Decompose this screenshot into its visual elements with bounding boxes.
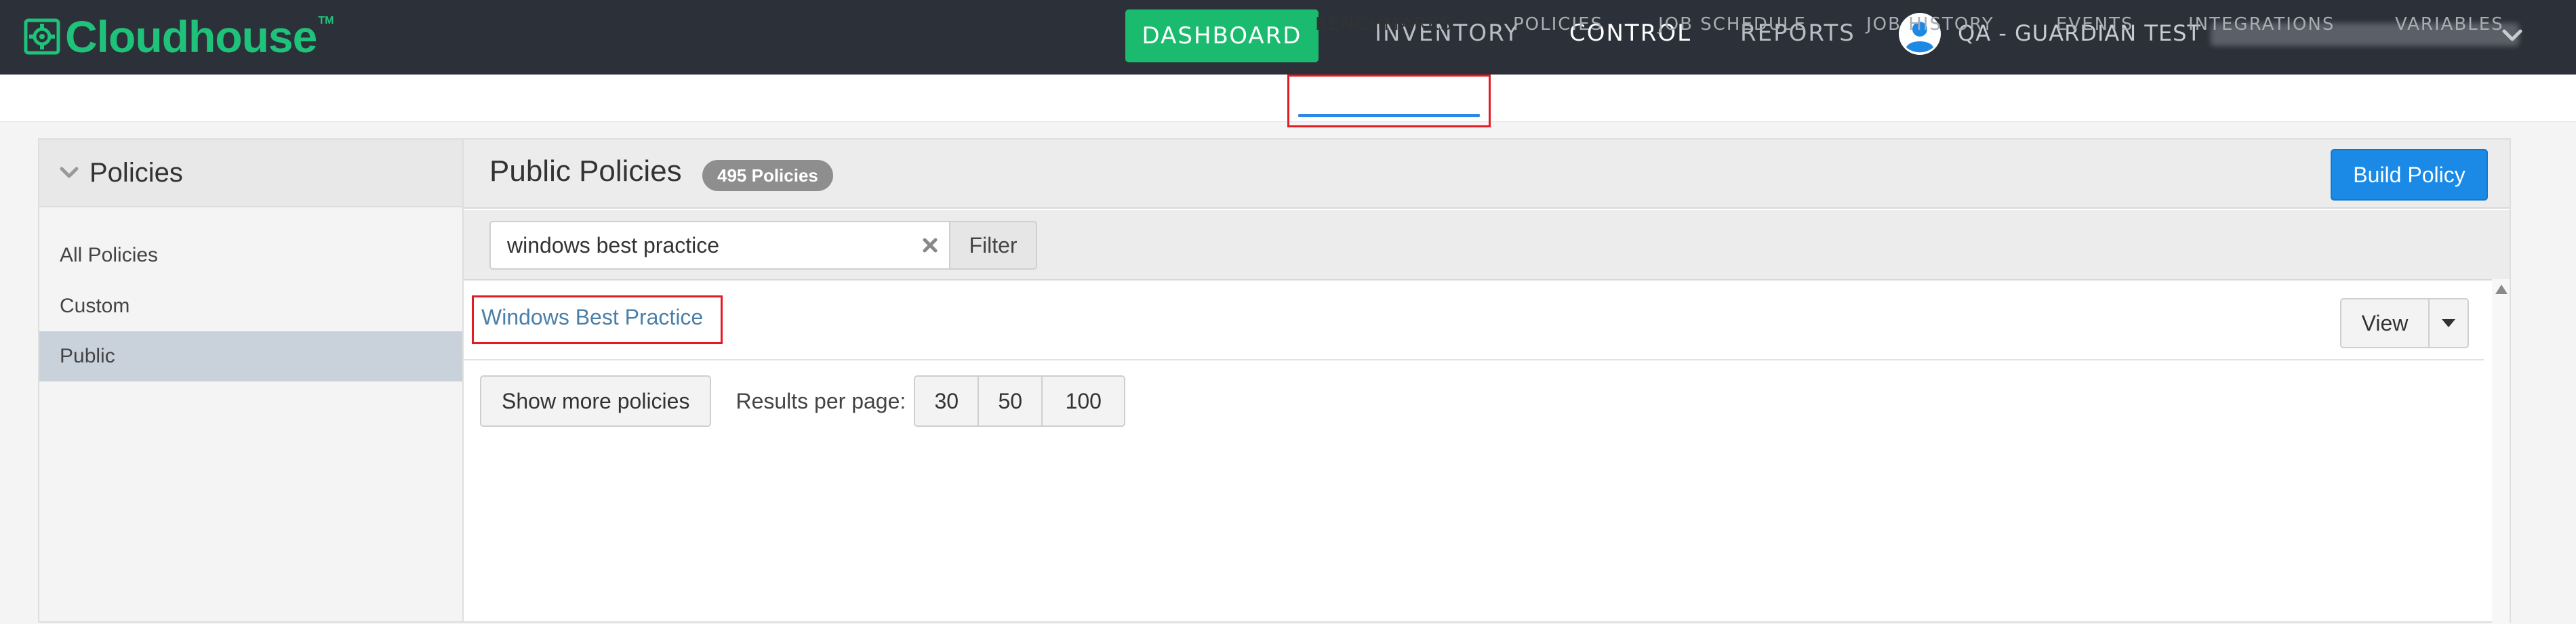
logo-trademark: TM xyxy=(318,15,334,26)
scrollbar[interactable] xyxy=(2492,279,2510,624)
page-size-30-button[interactable]: 30 xyxy=(914,375,980,427)
search-input[interactable] xyxy=(507,222,900,268)
policy-count-badge: 495 Policies xyxy=(702,160,833,191)
panel-header: Public Policies 495 Policies Build Polic… xyxy=(464,140,2510,209)
scroll-up-arrow-icon[interactable] xyxy=(2495,283,2508,295)
gear-logo-icon xyxy=(24,18,60,55)
page-size-50-button[interactable]: 50 xyxy=(978,375,1043,427)
view-dropdown-toggle[interactable] xyxy=(2430,298,2469,348)
build-policy-button[interactable]: Build Policy xyxy=(2331,149,2488,201)
sidebar-item-all-policies[interactable]: All Policies xyxy=(39,230,462,280)
active-tab-underline xyxy=(1298,114,1480,117)
policy-link-windows-best-practice[interactable]: Windows Best Practice xyxy=(481,305,703,330)
list-item: Windows Best Practice View xyxy=(464,282,2484,360)
page-size-group: 30 50 100 xyxy=(914,375,1126,427)
tab-job-history[interactable]: JOB HISTORY xyxy=(1866,12,1994,37)
page-title: Public Policies xyxy=(489,154,682,188)
page-size-100-button[interactable]: 100 xyxy=(1041,375,1126,427)
filter-bar: Filter xyxy=(464,210,2510,280)
sidebar-title: Policies xyxy=(89,157,183,188)
clear-search-icon[interactable] xyxy=(921,236,940,255)
public-policies-panel: Public Policies 495 Policies Build Polic… xyxy=(464,138,2511,624)
caret-down-icon xyxy=(2442,319,2455,327)
sidebar-item-custom[interactable]: Custom xyxy=(39,281,462,331)
cloudhouse-logo[interactable]: Cloudhouse TM xyxy=(23,9,334,64)
sidebar-header[interactable]: Policies xyxy=(39,140,462,207)
sidebar-item-public[interactable]: Public xyxy=(39,331,462,381)
results-per-page-label: Results per page: xyxy=(736,388,906,413)
view-button[interactable]: View xyxy=(2340,298,2430,348)
tab-variables[interactable]: VARIABLES xyxy=(2395,12,2504,37)
highlight-box-benchmarks xyxy=(1287,75,1491,127)
pagination-row: Show more policies Results per page: 30 … xyxy=(480,375,1126,427)
tab-integrations[interactable]: INTEGRATIONS xyxy=(2188,12,2335,37)
tab-job-schedule[interactable]: JOB SCHEDULE xyxy=(1658,12,1807,37)
filter-button[interactable]: Filter xyxy=(949,221,1037,270)
dashboard-button[interactable]: DASHBOARD xyxy=(1125,9,1319,62)
logo-text: Cloudhouse xyxy=(65,12,317,62)
chevron-down-icon[interactable] xyxy=(58,162,80,184)
view-button-group: View xyxy=(2340,298,2469,348)
tab-benchmarks[interactable]: BENCHMARKS xyxy=(1315,12,1453,37)
search-box xyxy=(489,221,950,270)
policies-sidebar: Policies All Policies Custom Public xyxy=(38,138,464,623)
show-more-policies-button[interactable]: Show more policies xyxy=(480,375,712,427)
tab-policies[interactable]: POLICIES xyxy=(1513,12,1603,37)
top-navbar: Cloudhouse TM DASHBOARD INVENTORY CONTRO… xyxy=(0,0,2576,75)
tab-events[interactable]: EVENTS xyxy=(2056,12,2133,37)
